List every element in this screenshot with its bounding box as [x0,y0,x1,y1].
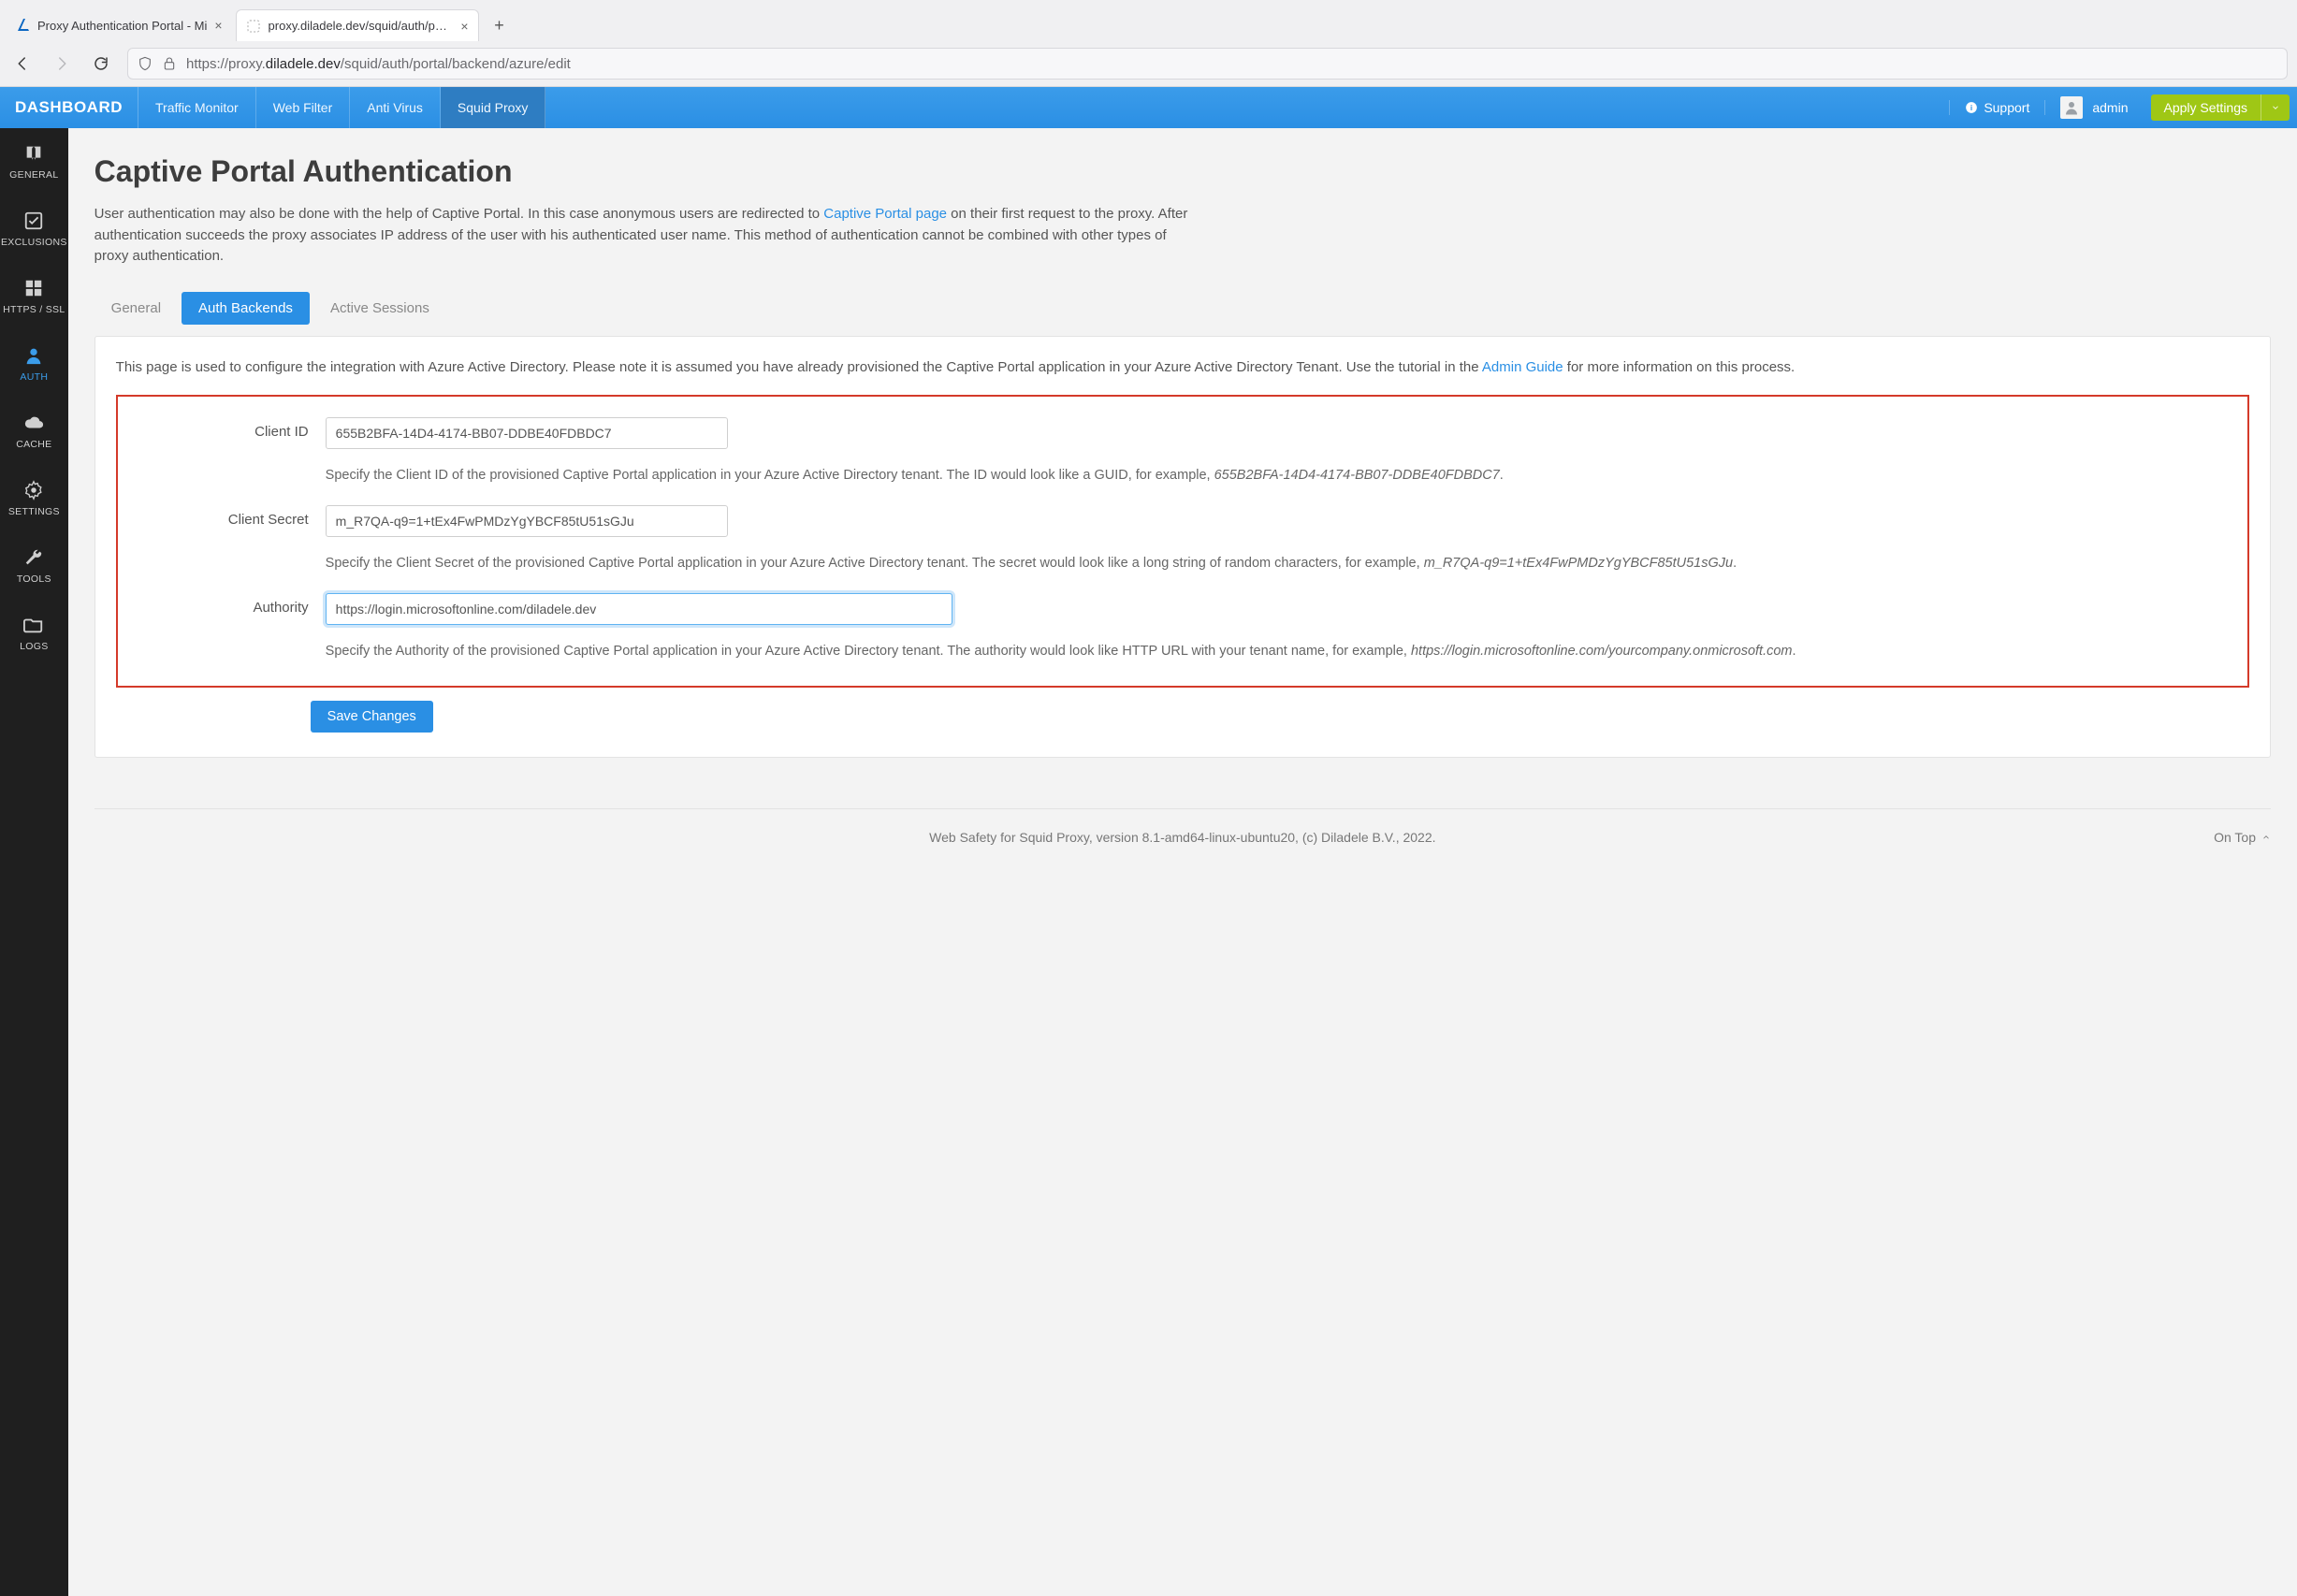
shield-icon [138,56,153,71]
row-client-secret: Client Secret Specify the Client Secret … [131,496,2234,584]
sidebar: GENERAL EXCLUSIONS HTTPS / SSL AUTH CACH… [0,128,68,1596]
support-link[interactable]: i Support [1949,100,2045,115]
sidebar-item-logs[interactable]: LOGS [0,600,68,667]
wrench-icon [23,547,44,568]
tab-general[interactable]: General [94,292,178,325]
save-button[interactable]: Save Changes [311,701,433,733]
captive-portal-link[interactable]: Captive Portal page [823,206,947,222]
chevron-down-icon[interactable] [2261,94,2290,121]
back-button[interactable] [9,51,36,77]
support-label: Support [1984,100,2029,115]
globe-icon [246,19,261,34]
nav-web-filter[interactable]: Web Filter [256,87,351,128]
avatar [2060,96,2083,119]
nav-anti-virus[interactable]: Anti Virus [350,87,441,128]
row-authority: Authority Specify the Authority of the p… [131,584,2234,672]
info-icon: i [1965,101,1978,114]
close-icon[interactable]: × [460,19,468,34]
page-intro: User authentication may also be done wit… [94,204,1199,268]
sidebar-item-general[interactable]: GENERAL [0,128,68,196]
help-authority: Specify the Authority of the provisioned… [131,642,2234,662]
label-client-id: Client ID [131,417,309,440]
row-client-id: Client ID Specify the Client ID of the p… [131,408,2234,496]
apply-settings-button[interactable]: Apply Settings [2151,94,2290,121]
apply-label: Apply Settings [2151,94,2261,121]
page-tabs: General Auth Backends Active Sessions [94,292,2271,325]
tab-strip: Proxy Authentication Portal - Mi × proxy… [0,0,2297,41]
new-tab-button[interactable]: + [487,12,513,38]
top-nav: Traffic Monitor Web Filter Anti Virus Sq… [138,87,545,128]
sidebar-item-tools[interactable]: TOOLS [0,532,68,600]
user-label: admin [2092,100,2128,115]
tab-title: Proxy Authentication Portal - Mi [37,19,207,33]
panel: This page is used to configure the integ… [94,336,2271,759]
url-bar[interactable]: https://proxy.diladele.dev/squid/auth/po… [127,48,2288,80]
user-icon [23,345,44,366]
reload-button[interactable] [88,51,114,77]
label-client-secret: Client Secret [131,505,309,528]
azure-icon [15,18,30,33]
url-text: https://proxy.diladele.dev/squid/auth/po… [186,56,571,72]
grid-icon [23,278,44,298]
sidebar-item-https-ssl[interactable]: HTTPS / SSL [0,263,68,330]
user-menu[interactable]: admin [2045,96,2143,119]
sidebar-item-cache[interactable]: CACHE [0,398,68,465]
form-box: Client ID Specify the Client ID of the p… [116,395,2249,688]
nav-squid-proxy[interactable]: Squid Proxy [441,87,545,128]
label-authority: Authority [131,593,309,616]
book-icon [23,143,44,164]
check-icon [23,210,44,231]
authority-input[interactable] [326,593,952,625]
sidebar-item-exclusions[interactable]: EXCLUSIONS [0,196,68,263]
footer-text: Web Safety for Squid Proxy, version 8.1-… [929,830,1435,845]
browser-tab-1[interactable]: proxy.diladele.dev/squid/auth/porta × [236,9,479,41]
help-client-secret: Specify the Client Secret of the provisi… [131,554,2234,574]
cloud-icon [23,413,44,433]
panel-intro: This page is used to configure the integ… [116,357,2249,379]
tab-auth-backends[interactable]: Auth Backends [182,292,310,325]
app-bar: DASHBOARD Traffic Monitor Web Filter Ant… [0,87,2297,128]
tab-title: proxy.diladele.dev/squid/auth/porta [269,19,454,33]
brand[interactable]: DASHBOARD [0,87,138,128]
sidebar-item-auth[interactable]: AUTH [0,330,68,398]
close-icon[interactable]: × [214,18,222,33]
folder-icon [23,615,44,635]
shell: GENERAL EXCLUSIONS HTTPS / SSL AUTH CACH… [0,128,2297,1596]
browser-chrome: Proxy Authentication Portal - Mi × proxy… [0,0,2297,87]
svg-text:i: i [1970,104,1972,112]
sidebar-item-settings[interactable]: SETTINGS [0,465,68,532]
browser-toolbar: https://proxy.diladele.dev/squid/auth/po… [0,41,2297,86]
client-id-input[interactable] [326,417,728,449]
on-top-link[interactable]: On Top [2214,830,2271,845]
browser-tab-0[interactable]: Proxy Authentication Portal - Mi × [6,9,232,41]
chevron-up-icon [2261,833,2271,842]
gear-icon [23,480,44,501]
top-right: i Support admin Apply Settings [1949,87,2297,128]
help-client-id: Specify the Client ID of the provisioned… [131,466,2234,486]
client-secret-input[interactable] [326,505,728,537]
admin-guide-link[interactable]: Admin Guide [1482,359,1563,375]
page-title: Captive Portal Authentication [94,154,2271,189]
footer: Web Safety for Squid Proxy, version 8.1-… [94,808,2271,845]
tab-active-sessions[interactable]: Active Sessions [313,292,446,325]
nav-traffic-monitor[interactable]: Traffic Monitor [138,87,256,128]
forward-button[interactable] [49,51,75,77]
main: Captive Portal Authentication User authe… [68,128,2297,1596]
lock-icon [162,56,177,71]
